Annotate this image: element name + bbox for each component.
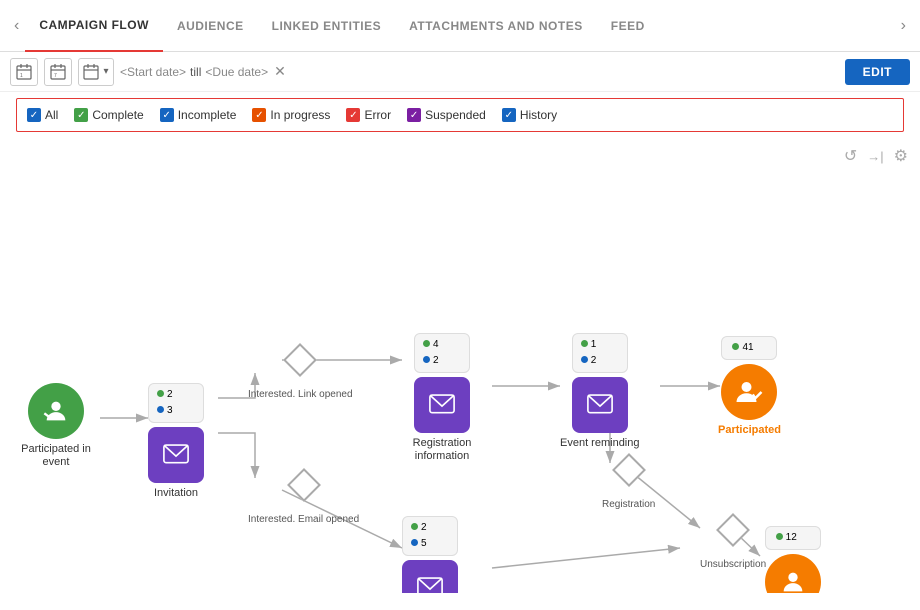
filter-incomplete-label: Incomplete bbox=[178, 108, 237, 122]
calendar-range-icon[interactable]: ▾ bbox=[78, 58, 114, 86]
diamond-registration-icon bbox=[612, 453, 646, 487]
filter-incomplete[interactable]: ✓ Incomplete bbox=[160, 108, 237, 122]
node-event-reminding[interactable]: 1 2 Event reminding bbox=[560, 333, 640, 450]
node-registration-label: Registration bbox=[602, 498, 655, 511]
stat-dot-blue bbox=[423, 356, 430, 363]
toolbar: 1 7 ▾ <Start date> till <Due date> ✕ EDI… bbox=[0, 52, 920, 92]
diamond-link-icon bbox=[283, 343, 317, 377]
tab-campaign-flow[interactable]: CAMPAIGN FLOW bbox=[25, 0, 163, 52]
canvas-tools: ↺ →| ⚙ bbox=[844, 146, 908, 166]
tab-bar: ‹ CAMPAIGN FLOW AUDIENCE LINKED ENTITIES… bbox=[0, 0, 920, 52]
filter-complete-checkbox[interactable]: ✓ bbox=[74, 108, 88, 122]
date-clear-btn[interactable]: ✕ bbox=[274, 63, 286, 80]
node-registration: Registration bbox=[602, 458, 655, 511]
stat-dot-green bbox=[732, 343, 739, 350]
node-interested-email: Interested. Email opened bbox=[248, 473, 359, 526]
stat-dot-green bbox=[423, 340, 430, 347]
filter-inprogress-label: In progress bbox=[270, 108, 330, 122]
tab-right-btn[interactable]: › bbox=[895, 17, 912, 35]
node-event-reminding-label: Event reminding bbox=[560, 437, 640, 450]
filter-suspended-label: Suspended bbox=[425, 108, 486, 122]
start-date: <Start date> bbox=[120, 65, 186, 79]
tab-feed[interactable]: FEED bbox=[597, 0, 659, 52]
tab-left-btn[interactable]: ‹ bbox=[8, 17, 25, 35]
redo-button[interactable]: →| bbox=[867, 149, 883, 164]
return-stat-badge: 2 5 bbox=[402, 516, 458, 556]
filter-inprogress[interactable]: ✓ In progress bbox=[252, 108, 330, 122]
svg-text:1: 1 bbox=[20, 73, 23, 79]
settings-button[interactable]: ⚙ bbox=[894, 146, 908, 166]
date-range: <Start date> till <Due date> ✕ bbox=[120, 63, 286, 80]
diamond-email-icon bbox=[287, 468, 321, 502]
filter-bar: ✓ All ✓ Complete ✓ Incomplete ✓ In progr… bbox=[16, 98, 904, 132]
unsubscribed-stat-badge: 12 bbox=[765, 526, 821, 550]
filter-complete[interactable]: ✓ Complete bbox=[74, 108, 143, 122]
reg-info-stat-badge: 4 2 bbox=[414, 333, 470, 373]
calendar-icon-2[interactable]: 7 bbox=[44, 58, 72, 86]
filter-incomplete-checkbox[interactable]: ✓ bbox=[160, 108, 174, 122]
node-participated-label: Participated bbox=[718, 424, 781, 437]
filter-history-checkbox[interactable]: ✓ bbox=[502, 108, 516, 122]
filter-suspended[interactable]: ✓ Suspended bbox=[407, 108, 486, 122]
node-return[interactable]: 2 5 Return... bbox=[402, 516, 458, 593]
invitation-stat-badge: 2 3 bbox=[148, 383, 204, 423]
stat-dot-green bbox=[581, 340, 588, 347]
svg-text:7: 7 bbox=[54, 73, 57, 79]
date-separator: till bbox=[190, 65, 201, 79]
filter-all[interactable]: ✓ All bbox=[27, 108, 58, 122]
filter-history[interactable]: ✓ History bbox=[502, 108, 557, 122]
node-interested-link-label: Interested. Link opened bbox=[248, 388, 353, 401]
filter-error-checkbox[interactable]: ✓ bbox=[346, 108, 360, 122]
filter-error[interactable]: ✓ Error bbox=[346, 108, 391, 122]
filter-error-label: Error bbox=[364, 108, 391, 122]
stat-dot-green bbox=[776, 533, 783, 540]
node-invitation-label: Invitation bbox=[154, 487, 198, 500]
end-date: <Due date> bbox=[205, 65, 268, 79]
node-participated-in-event-label: Participated in event bbox=[16, 443, 96, 469]
tab-attachments-notes[interactable]: ATTACHMENTS AND NOTES bbox=[395, 0, 597, 52]
event-reminding-stat-badge: 1 2 bbox=[572, 333, 628, 373]
diamond-unsubscription-icon bbox=[716, 513, 750, 547]
node-participated[interactable]: 41 Participated bbox=[718, 336, 781, 437]
node-registration-info-label: Registration information bbox=[402, 437, 482, 463]
node-unsubscribed[interactable]: 12 Unsubscribed bbox=[756, 526, 829, 593]
stat-dot-blue bbox=[157, 406, 164, 413]
filter-bar-wrapper: ✓ All ✓ Complete ✓ Incomplete ✓ In progr… bbox=[0, 92, 920, 138]
undo-button[interactable]: ↺ bbox=[844, 146, 857, 166]
edit-button[interactable]: EDIT bbox=[845, 59, 910, 85]
filter-all-checkbox[interactable]: ✓ bbox=[27, 108, 41, 122]
filter-complete-label: Complete bbox=[92, 108, 143, 122]
filter-suspended-checkbox[interactable]: ✓ bbox=[407, 108, 421, 122]
tab-audience[interactable]: AUDIENCE bbox=[163, 0, 258, 52]
filter-history-label: History bbox=[520, 108, 557, 122]
node-participated-in-event[interactable]: Participated in event bbox=[16, 383, 96, 469]
participated-stat-badge: 41 bbox=[721, 336, 777, 360]
node-interested-link: Interested. Link opened bbox=[248, 348, 353, 401]
stat-dot-blue bbox=[411, 539, 418, 546]
calendar-icon-1[interactable]: 1 bbox=[10, 58, 38, 86]
filter-all-label: All bbox=[45, 108, 58, 122]
node-interested-email-label: Interested. Email opened bbox=[248, 513, 359, 526]
filter-inprogress-checkbox[interactable]: ✓ bbox=[252, 108, 266, 122]
stat-dot-green bbox=[157, 390, 164, 397]
node-registration-info[interactable]: 4 2 Registration information bbox=[402, 333, 482, 463]
node-invitation[interactable]: 2 3 Invitation bbox=[148, 383, 204, 500]
stat-dot-blue bbox=[581, 356, 588, 363]
flow-canvas[interactable]: ↺ →| ⚙ bbox=[0, 138, 920, 593]
stat-dot-green bbox=[411, 523, 418, 530]
tab-linked-entities[interactable]: LINKED ENTITIES bbox=[258, 0, 396, 52]
